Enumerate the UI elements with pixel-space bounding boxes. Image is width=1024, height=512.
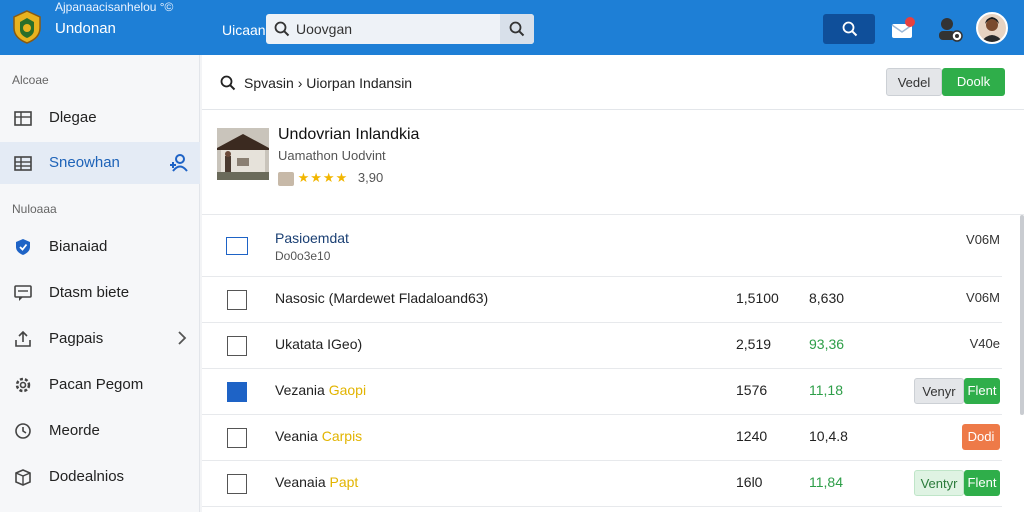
list-header-subtitle: Do0o3e10	[275, 249, 331, 263]
search-bar[interactable]: Uoovgan	[266, 14, 534, 44]
row-primary-button[interactable]: Flent	[964, 378, 1000, 404]
breadcrumb-bar: Spvasin › Uiorpan Indansin Vedel Doolk	[202, 55, 1024, 110]
row-value-1: 1576	[736, 382, 768, 398]
scrollbar[interactable]	[1020, 215, 1024, 415]
list-header: Pasioemdat Do0o3e10 V06M	[202, 215, 1002, 277]
table-row[interactable]: Veania Carpis 1240 10,4.8 Dodi	[202, 415, 1002, 461]
sidebar-item-label: Bianaiad	[49, 238, 108, 255]
avatar[interactable]	[976, 12, 1008, 44]
list-header-title[interactable]: Pasioemdat	[275, 230, 349, 246]
row-value-1: 1240	[736, 428, 768, 444]
main-panel: Spvasin › Uiorpan Indansin Vedel Doolk U…	[202, 55, 1024, 512]
sidebar-item-label: Pagpais	[49, 330, 104, 347]
search-icon	[842, 21, 858, 37]
grid-icon	[14, 109, 32, 127]
sidebar-item-meorde[interactable]: Meorde	[0, 410, 200, 452]
row-value-1: 1,5100	[736, 290, 779, 306]
table-row[interactable]: Nasosic (Mardewet Fladaloand63) 1,5100 8…	[202, 277, 1002, 323]
row-checkbox[interactable]	[227, 290, 247, 310]
sidebar-item-label: Dlegae	[49, 109, 97, 126]
product-thumbnail	[217, 128, 269, 180]
sidebar-item-dlegae[interactable]: Dlegae	[0, 97, 200, 139]
row-value-2: 11,18	[809, 382, 843, 398]
product-title: Undovrian Inlandkia	[278, 126, 420, 143]
table-row[interactable]: Veanaia Papt 16l0 11,84 Ventyr Flent	[202, 461, 1002, 507]
chat-icon	[14, 284, 32, 302]
row-value-2: 11,84	[809, 474, 843, 490]
sidebar-item-dodealnios[interactable]: Dodealnios	[0, 456, 200, 498]
row-checkbox[interactable]	[227, 382, 247, 402]
notification-icon[interactable]	[890, 16, 916, 42]
search-icon	[509, 21, 525, 37]
add-user-icon[interactable]	[168, 153, 188, 176]
box-icon	[14, 468, 32, 486]
app-subtitle: Ajpanaacisanhelou °©	[55, 0, 174, 14]
row-name: Vezania Gaopi	[275, 382, 367, 398]
row-value-2: 93,36	[809, 336, 845, 352]
row-value-1: 16l0	[736, 474, 763, 490]
row-name: Ukatata IGeo)	[275, 336, 363, 352]
row-name: Nasosic (Mardewet Fladaloand63)	[275, 290, 489, 306]
row-value-1: 2,519	[736, 336, 772, 352]
app-logo	[12, 10, 42, 44]
sidebar-item-label: Dodealnios	[49, 468, 125, 485]
table-icon	[14, 154, 32, 172]
sidebar-item-bianaiad[interactable]: Bianaiad	[0, 226, 200, 268]
sidebar-section-label: Alcoae	[12, 73, 49, 87]
primary-button[interactable]: Doolk	[942, 68, 1005, 96]
search-icon[interactable]	[220, 75, 236, 94]
sidebar-item-label: Pacan Pegom	[49, 376, 144, 393]
row-tail: V06M	[966, 290, 1000, 305]
search-input[interactable]: Uoovgan	[296, 21, 352, 37]
sidebar: Alcoae Dlegae Sneowhan Nuloaaa Bianaiad …	[0, 55, 200, 512]
sidebar-item-pagpais[interactable]: Pagpais	[0, 318, 200, 360]
top-bar: Ajpanaacisanhelou °© Undonan Uicaan Uoov…	[0, 0, 1024, 55]
item-list: Pasioemdat Do0o3e10 V06M Nasosic (Mardew…	[202, 215, 1024, 512]
global-search-button[interactable]	[823, 14, 875, 44]
sidebar-section-label: Nuloaaa	[12, 202, 57, 216]
app-title: Undonan	[55, 20, 116, 37]
secondary-button[interactable]: Vedel	[886, 68, 942, 96]
row-name: Veania Carpis	[275, 428, 363, 444]
sidebar-item-label: Sneowhan	[49, 154, 120, 171]
table-row[interactable]: Ukatata IGeo) 2,519 93,36 V40e	[202, 323, 1002, 369]
list-header-tail: V06M	[966, 232, 1000, 247]
product-rating: ★★★★ 3,90	[278, 170, 383, 186]
gear-icon	[14, 376, 32, 394]
sidebar-item-label: Dtasm biete	[49, 284, 130, 301]
user-settings-icon[interactable]	[934, 14, 964, 44]
search-submit-button[interactable]	[500, 14, 534, 44]
search-icon	[274, 21, 290, 40]
row-primary-button[interactable]: Flent	[964, 470, 1000, 496]
sidebar-item-sneowhan[interactable]: Sneowhan	[0, 142, 200, 184]
avatar-group	[278, 171, 294, 186]
row-checkbox[interactable]	[227, 474, 247, 494]
chevron-right-icon[interactable]	[176, 329, 188, 350]
product-subtitle: Uamathon Uodvint	[278, 148, 386, 163]
share-icon	[14, 330, 32, 348]
row-value-2: 10,4.8	[809, 428, 848, 444]
row-action-button[interactable]: Dodi	[962, 424, 1000, 450]
row-checkbox[interactable]	[227, 336, 247, 356]
sidebar-item-pacan-pegom[interactable]: Pacan Pegom	[0, 364, 200, 406]
product-card: Undovrian Inlandkia Uamathon Uodvint ★★★…	[202, 111, 1024, 215]
folder-icon	[226, 237, 248, 255]
header-label: Uicaan	[222, 22, 266, 38]
rating-value: 3,90	[357, 170, 384, 185]
row-name: Veanaia Papt	[275, 474, 359, 490]
row-secondary-button[interactable]: Ventyr	[914, 470, 964, 496]
row-tail: V40e	[969, 336, 1000, 351]
table-row[interactable]: Vezania Gaopi 1576 11,18 Venyr Flent	[202, 369, 1002, 415]
sidebar-item-dtasm-biete[interactable]: Dtasm biete	[0, 272, 200, 314]
breadcrumb[interactable]: Spvasin › Uiorpan Indansin	[244, 75, 412, 91]
shield-icon	[14, 238, 32, 256]
clock-icon	[14, 422, 32, 440]
row-value-2: 8,630	[809, 290, 845, 306]
sidebar-item-label: Meorde	[49, 422, 100, 439]
row-secondary-button[interactable]: Venyr	[914, 378, 964, 404]
row-checkbox[interactable]	[227, 428, 247, 448]
rating-stars: ★★★★	[297, 170, 349, 185]
